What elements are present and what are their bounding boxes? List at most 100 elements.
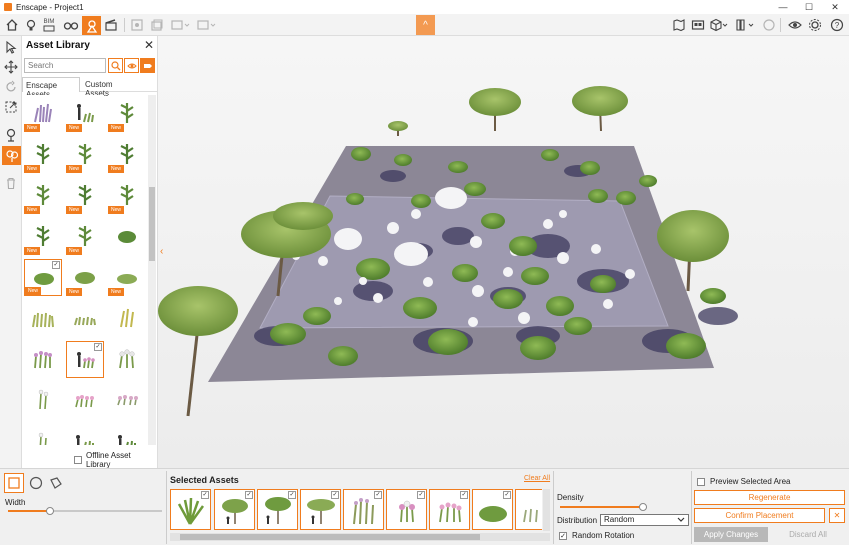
bulb-icon[interactable] <box>22 16 40 34</box>
asset-thumbnail[interactable] <box>108 300 146 337</box>
binoculars-icon[interactable] <box>62 16 80 34</box>
asset-thumbnail[interactable]: New <box>24 95 62 132</box>
settings-round-icon[interactable] <box>760 16 778 34</box>
cube-icon[interactable] <box>708 16 730 34</box>
width-slider-knob[interactable] <box>45 507 54 515</box>
selected-asset-thumbnail[interactable]: ✓ <box>515 489 542 530</box>
asset-grid-scrollbar[interactable] <box>148 95 156 445</box>
asset-thumbnail[interactable]: New <box>108 259 146 296</box>
remove-placement-button[interactable]: ✕ <box>829 508 845 523</box>
discard-all-button[interactable]: Discard All <box>771 527 845 542</box>
strip-vertical-scrollbar[interactable] <box>543 489 550 531</box>
selected-asset-thumbnail[interactable]: ✓ <box>343 489 384 530</box>
preview-checkbox[interactable] <box>697 477 705 486</box>
home-icon[interactable] <box>3 16 21 34</box>
close-window-button[interactable]: ✕ <box>822 0 848 14</box>
tab-enscape-assets[interactable]: Enscape Assets <box>22 77 80 99</box>
search-input[interactable] <box>24 58 106 73</box>
selected-check[interactable]: ✓ <box>331 491 339 499</box>
asset-thumbnail[interactable] <box>66 300 104 337</box>
bim-icon[interactable]: BIM <box>40 16 58 34</box>
asset-thumbnail[interactable]: New <box>66 177 104 214</box>
selected-asset-thumbnail[interactable]: ✓ <box>429 489 470 530</box>
rectangle-shape-button[interactable] <box>4 473 24 493</box>
asset-thumbnail[interactable] <box>66 423 104 445</box>
asset-thumbnail[interactable]: New <box>66 95 104 132</box>
clear-all-link[interactable]: Clear All <box>524 475 550 482</box>
preview-area-option[interactable]: Preview Selected Area <box>697 477 791 486</box>
scrollbar-thumb[interactable] <box>180 534 480 540</box>
asset-thumbnail[interactable]: New <box>66 259 104 296</box>
polygon-shape-button[interactable] <box>46 473 66 493</box>
asset-thumbnail[interactable] <box>24 300 62 337</box>
collapse-toolbar-tab[interactable]: ^ <box>416 15 435 35</box>
map-icon[interactable] <box>670 16 688 34</box>
asset-thumbnail-selected[interactable]: ✓ <box>66 341 104 378</box>
apply-changes-button[interactable]: Apply Changes <box>694 527 768 542</box>
distribution-select[interactable]: Random <box>600 514 689 526</box>
clapper-icon[interactable] <box>102 16 120 34</box>
scrollbar-thumb[interactable] <box>149 187 155 261</box>
eye-icon[interactable] <box>786 16 804 34</box>
asset-thumbnail[interactable]: New <box>108 136 146 173</box>
snapshot-icon[interactable] <box>128 16 146 34</box>
selected-check[interactable]: ✓ <box>52 261 60 269</box>
random-rotation-checkbox[interactable]: ✓ <box>559 531 567 540</box>
selected-check[interactable]: ✓ <box>94 343 102 351</box>
circle-shape-button[interactable] <box>26 473 46 493</box>
asset-thumbnail-selected[interactable]: ✓ New <box>24 259 62 296</box>
books-icon[interactable] <box>734 16 756 34</box>
trash-icon[interactable] <box>2 174 20 192</box>
density-slider-knob[interactable] <box>639 503 648 511</box>
selected-check[interactable]: ✓ <box>460 491 468 499</box>
asset-thumbnail[interactable] <box>108 423 146 445</box>
batch-render-icon[interactable] <box>148 16 166 34</box>
move-icon[interactable] <box>2 58 20 76</box>
density-slider[interactable] <box>560 503 648 511</box>
selected-check[interactable]: ✓ <box>374 491 382 499</box>
asset-thumbnail[interactable] <box>24 382 62 419</box>
asset-thumbnail[interactable] <box>24 423 62 445</box>
selected-asset-thumbnail[interactable]: ✓ <box>300 489 341 530</box>
asset-thumbnail[interactable] <box>108 218 146 255</box>
close-panel-button[interactable]: ✕ <box>144 38 154 52</box>
selected-asset-thumbnail[interactable]: ✓ <box>257 489 298 530</box>
select-arrow-icon[interactable] <box>2 38 20 56</box>
asset-thumbnail[interactable] <box>108 341 146 378</box>
maximize-button[interactable]: ☐ <box>796 0 822 14</box>
tag-filter-button[interactable] <box>140 58 155 73</box>
width-slider[interactable] <box>8 507 162 515</box>
asset-thumbnail[interactable]: New <box>108 177 146 214</box>
vr-icon[interactable] <box>689 16 707 34</box>
asset-library-icon[interactable] <box>82 16 101 35</box>
asset-thumbnail[interactable] <box>24 341 62 378</box>
offline-checkbox[interactable] <box>74 456 82 464</box>
scale-icon[interactable] <box>2 98 20 116</box>
place-asset-icon[interactable] <box>2 126 20 144</box>
offline-asset-library-option[interactable]: Offline Asset Library <box>74 451 157 469</box>
confirm-placement-button[interactable]: Confirm Placement <box>694 508 825 523</box>
gear-icon[interactable] <box>806 16 824 34</box>
selected-asset-thumbnail[interactable]: ✓ <box>472 489 513 530</box>
selected-check[interactable]: ✓ <box>417 491 425 499</box>
scatter-asset-icon[interactable] <box>2 146 21 165</box>
selected-check[interactable]: ✓ <box>201 491 209 499</box>
rotate-icon[interactable] <box>2 78 20 96</box>
regenerate-button[interactable]: Regenerate <box>694 490 845 505</box>
search-button[interactable] <box>108 58 123 73</box>
export-icon[interactable] <box>170 16 192 34</box>
selected-asset-thumbnail[interactable]: ✓ <box>386 489 427 530</box>
selected-check[interactable]: ✓ <box>245 491 253 499</box>
asset-thumbnail[interactable]: New <box>66 136 104 173</box>
random-rotation-option[interactable]: ✓ Random Rotation <box>559 531 634 540</box>
help-icon[interactable]: ? <box>828 16 846 34</box>
expand-panel-arrow-icon[interactable]: ‹ <box>160 246 163 257</box>
asset-thumbnail[interactable]: New <box>66 218 104 255</box>
asset-thumbnail[interactable]: New <box>24 218 62 255</box>
asset-thumbnail[interactable] <box>108 382 146 419</box>
selected-asset-thumbnail[interactable]: ✓ <box>170 489 211 530</box>
asset-thumbnail[interactable]: New <box>24 136 62 173</box>
selected-check[interactable]: ✓ <box>288 491 296 499</box>
tab-custom-assets[interactable]: Custom Assets <box>82 77 138 98</box>
filter-eye-button[interactable] <box>124 58 139 73</box>
